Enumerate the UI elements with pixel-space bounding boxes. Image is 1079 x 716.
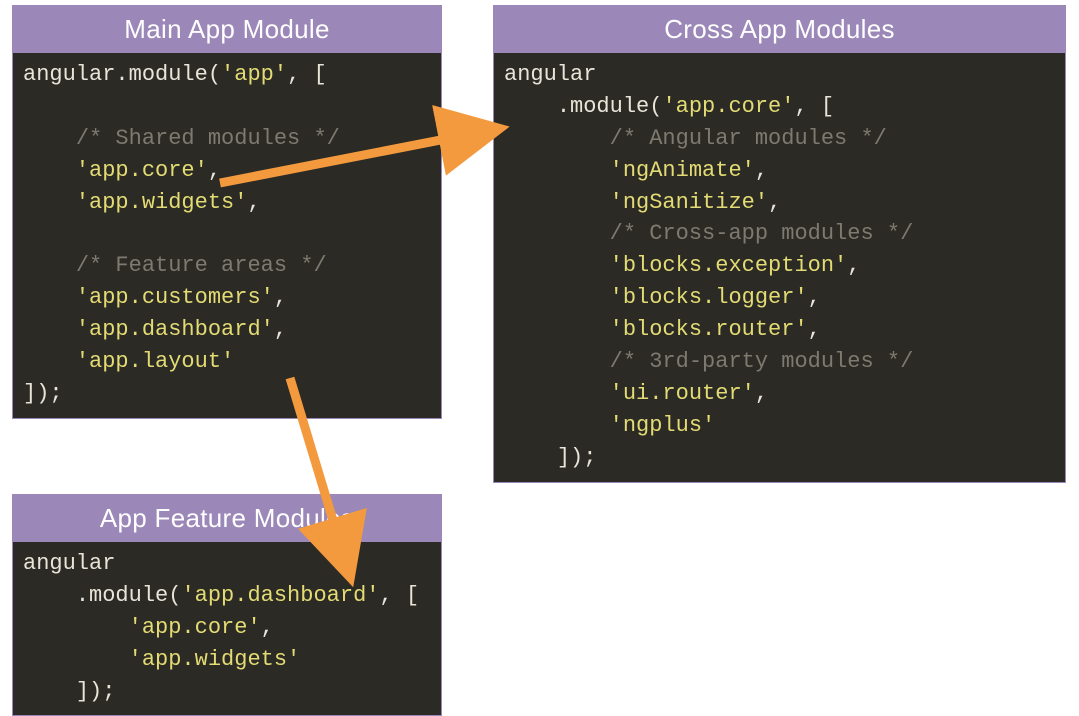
code-comment: /* Feature areas */ [76,253,327,278]
code-token: , [755,381,768,406]
code-token: 'app' [221,62,287,87]
code-comment: /* 3rd-party modules */ [610,349,914,374]
main-app-module-box: Main App Module angular.module('app', [ … [12,5,442,419]
code-token: 'app.dashboard' [181,583,379,608]
code-token: 'ngSanitize' [610,190,768,215]
code-token: , [755,158,768,183]
code-token: 'app.core' [76,158,208,183]
code-comment: /* Angular modules */ [610,126,887,151]
code-token: 'blocks.router' [610,317,808,342]
code-token: 'ngplus' [610,413,716,438]
code-token: ]); [76,679,116,704]
code-token: , [274,317,287,342]
code-token: angular [23,551,115,576]
feature-title: App Feature Modules [13,495,441,542]
code-token: 'app.core' [129,615,261,640]
code-token: , [808,317,821,342]
code-token: angular [23,62,115,87]
code-comment: /* Shared modules */ [76,126,340,151]
code-token: .module( [115,62,221,87]
code-token: 'app.widgets' [129,647,301,672]
main-title: Main App Module [13,6,441,53]
code-token: , [768,190,781,215]
code-token: 'app.widgets' [76,190,248,215]
code-token: , [208,158,221,183]
code-comment: /* Cross-app modules */ [610,221,914,246]
code-token: .module( [557,94,663,119]
feature-code: angular .module('app.dashboard', [ 'app.… [13,542,441,715]
cross-app-modules-box: Cross App Modules angular .module('app.c… [493,5,1066,483]
code-token: , [808,285,821,310]
code-token: 'blocks.logger' [610,285,808,310]
code-token: , [274,285,287,310]
cross-title: Cross App Modules [494,6,1065,53]
code-token: angular [504,62,596,87]
code-token: , [847,253,860,278]
code-token: 'blocks.exception' [610,253,848,278]
main-code: angular.module('app', [ /* Shared module… [13,53,441,418]
code-token: ]); [23,381,63,406]
code-token: 'app.dashboard' [76,317,274,342]
code-token: , [ [794,94,834,119]
cross-code: angular .module('app.core', [ /* Angular… [494,53,1065,482]
code-token: 'app.customers' [76,285,274,310]
code-token: , [247,190,260,215]
code-token: 'app.layout' [76,349,234,374]
code-token: , [ [379,583,419,608]
code-token: ]); [557,445,597,470]
code-token: .module( [76,583,182,608]
code-token: , [ [287,62,327,87]
app-feature-modules-box: App Feature Modules angular .module('app… [12,494,442,716]
code-token: , [261,615,274,640]
code-token: 'app.core' [662,94,794,119]
code-token: 'ngAnimate' [610,158,755,183]
code-token: 'ui.router' [610,381,755,406]
